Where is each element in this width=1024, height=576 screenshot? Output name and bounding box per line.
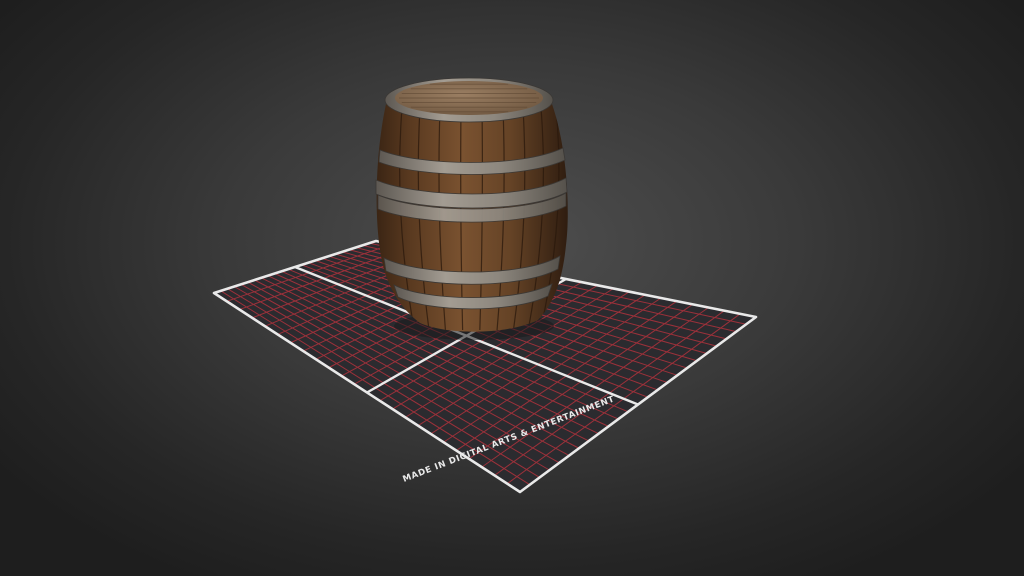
barrel-model[interactable] (375, 77, 568, 340)
scene-svg: MADE IN DIGITAL ARTS & ENTERTAINMENT (212, 77, 758, 494)
3d-viewport[interactable]: MADE IN DIGITAL ARTS & ENTERTAINMENT (0, 0, 1024, 576)
